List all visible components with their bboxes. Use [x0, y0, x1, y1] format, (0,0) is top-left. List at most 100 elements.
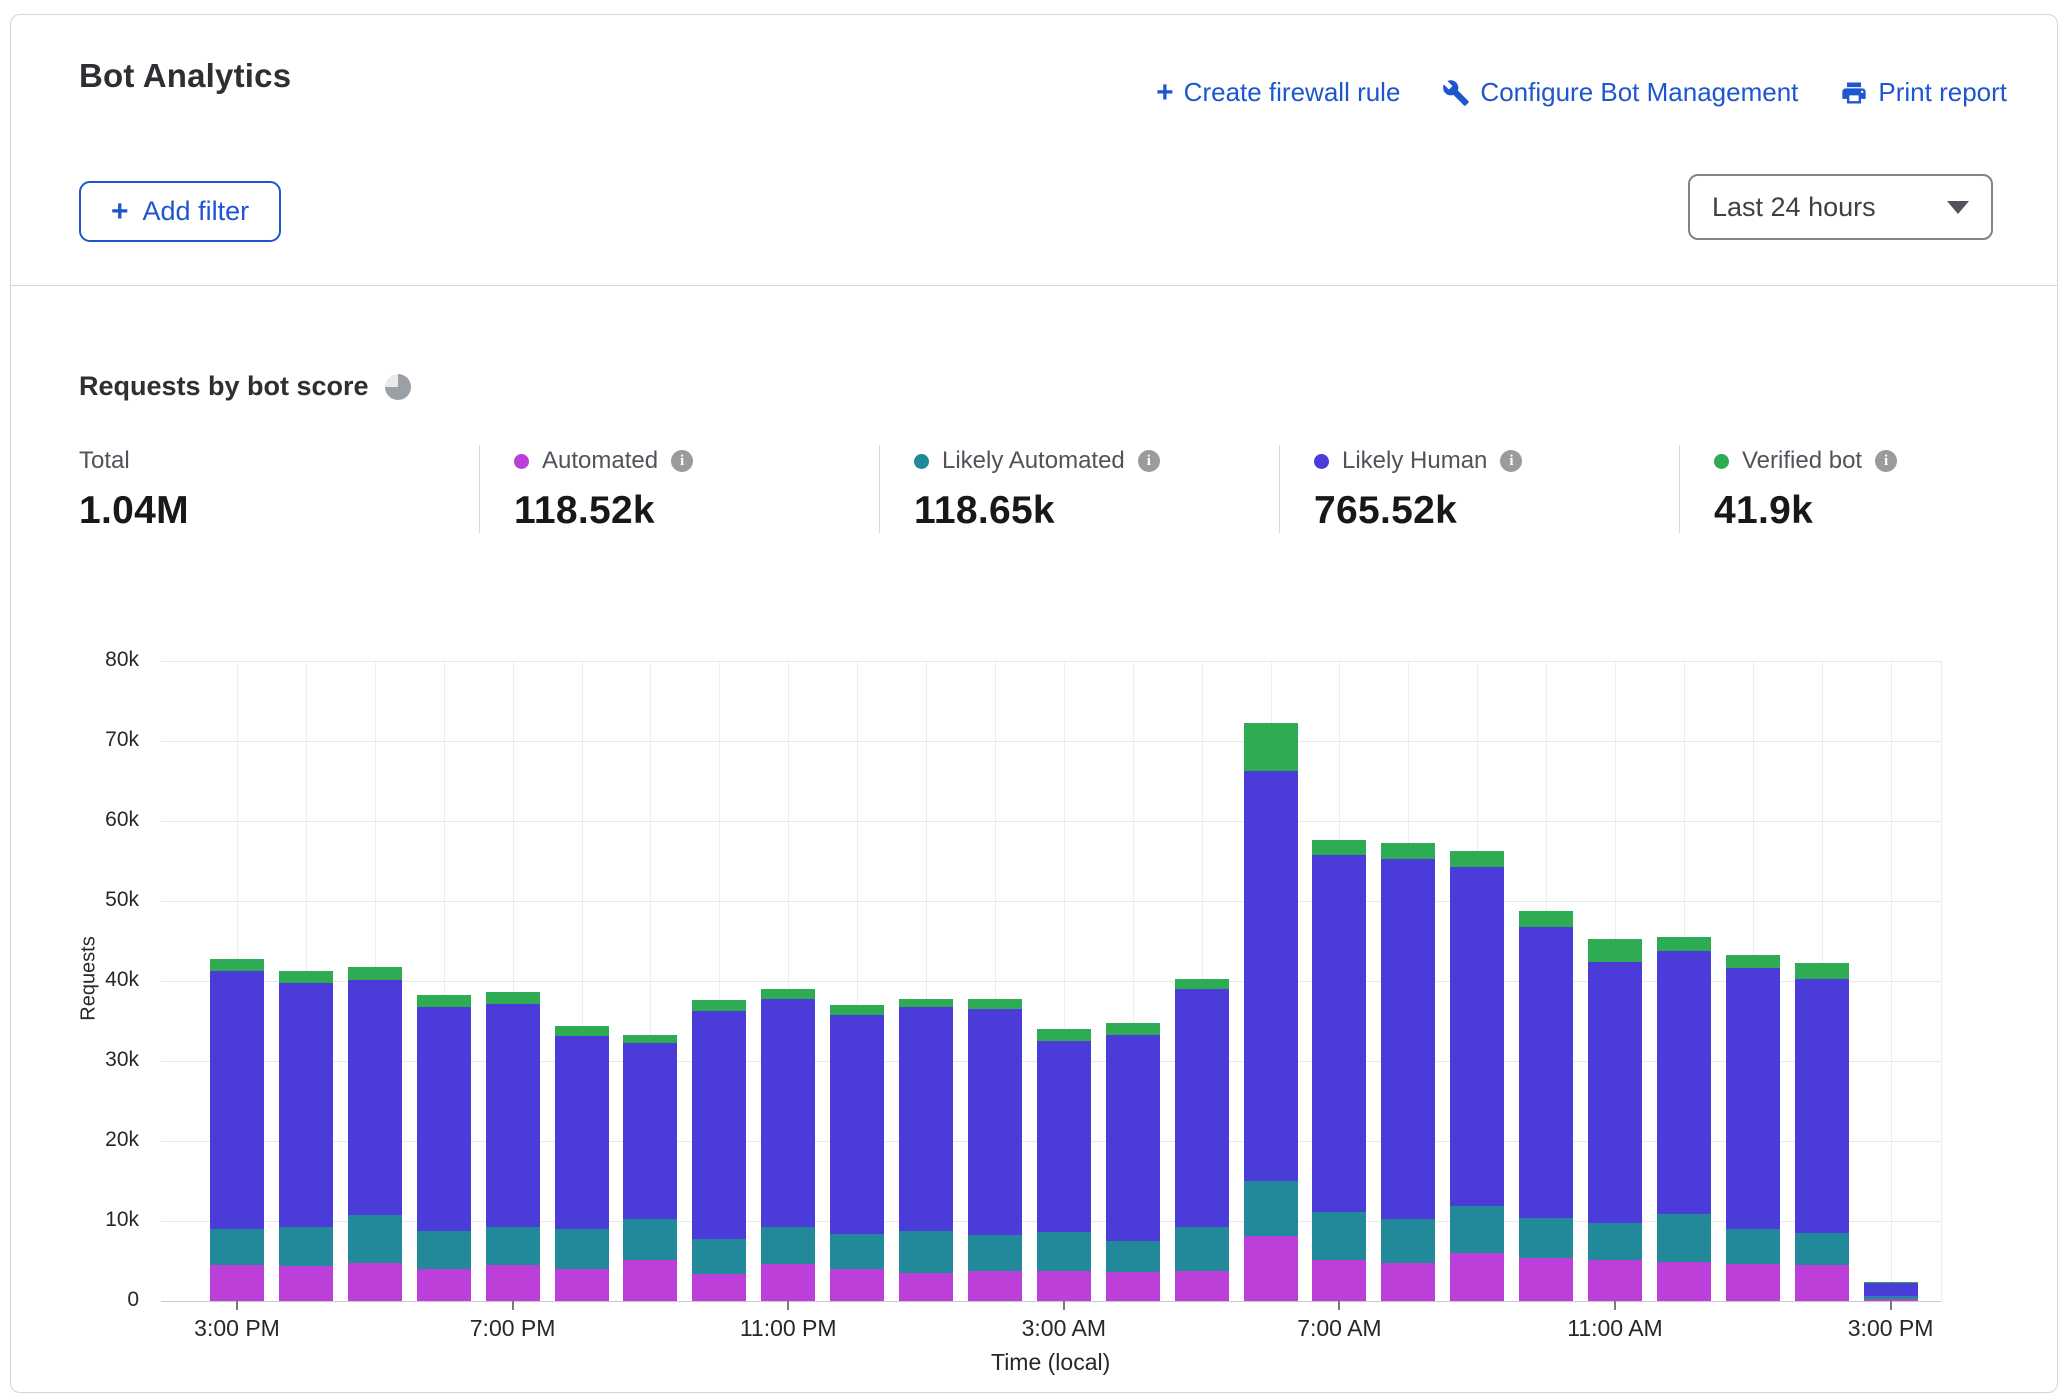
- bar-segment-verified-bot: [1175, 979, 1229, 989]
- x-axis-tick-label: 3:00 PM: [157, 1315, 317, 1342]
- bar-segment-likely-human: [623, 1043, 677, 1218]
- chart-bar[interactable]: [899, 15, 953, 1301]
- chart-bar[interactable]: [1381, 15, 1435, 1301]
- bar-segment-verified-bot: [417, 995, 471, 1007]
- chart-bar[interactable]: [1519, 15, 1573, 1301]
- chart-bar[interactable]: [1795, 15, 1849, 1301]
- chart-bar[interactable]: [1864, 15, 1918, 1301]
- bar-segment-likely-automated: [210, 1229, 264, 1265]
- bar-segment-verified-bot: [348, 967, 402, 981]
- bar-segment-likely-automated: [279, 1227, 333, 1266]
- bar-segment-likely-human: [1795, 979, 1849, 1233]
- bar-segment-automated: [623, 1260, 677, 1301]
- chart-bar[interactable]: [1175, 15, 1229, 1301]
- bar-segment-verified-bot: [968, 999, 1022, 1009]
- chart-bar[interactable]: [1244, 15, 1298, 1301]
- bar-segment-likely-automated: [1450, 1206, 1504, 1253]
- chart-bar[interactable]: [348, 15, 402, 1301]
- chart-bar[interactable]: [1657, 15, 1711, 1301]
- x-axis-tick-label: 11:00 PM: [708, 1315, 868, 1342]
- x-axis-tick-label: 7:00 AM: [1259, 1315, 1419, 1342]
- bar-segment-likely-human: [279, 983, 333, 1226]
- chart-bar[interactable]: [761, 15, 815, 1301]
- chart-bar[interactable]: [1726, 15, 1780, 1301]
- bar-segment-verified-bot: [555, 1026, 609, 1036]
- chart-bar[interactable]: [555, 15, 609, 1301]
- x-axis-tick: [1890, 1301, 1892, 1310]
- x-axis-tick-label: 11:00 AM: [1535, 1315, 1695, 1342]
- bar-segment-likely-automated: [1244, 1181, 1298, 1236]
- bar-segment-likely-human: [1726, 968, 1780, 1229]
- bar-segment-automated: [692, 1274, 746, 1301]
- chart-bar[interactable]: [830, 15, 884, 1301]
- chart-bar[interactable]: [968, 15, 1022, 1301]
- bar-segment-automated: [968, 1271, 1022, 1301]
- bar-segment-likely-automated: [968, 1235, 1022, 1271]
- bar-segment-verified-bot: [1519, 911, 1573, 928]
- bar-segment-automated: [899, 1273, 953, 1301]
- bar-segment-automated: [486, 1265, 540, 1301]
- bar-segment-likely-automated: [348, 1215, 402, 1263]
- chart-bar[interactable]: [210, 15, 264, 1301]
- x-axis-title: Time (local): [991, 1349, 1110, 1376]
- bar-segment-automated: [1795, 1265, 1849, 1301]
- y-axis-tick-label: 10k: [69, 1208, 139, 1232]
- bar-segment-verified-bot: [1795, 963, 1849, 978]
- y-axis-tick-label: 80k: [69, 648, 139, 672]
- chart-bar[interactable]: [417, 15, 471, 1301]
- x-axis-tick-label: 3:00 AM: [984, 1315, 1144, 1342]
- chart-bar[interactable]: [486, 15, 540, 1301]
- y-axis-tick-label: 50k: [69, 888, 139, 912]
- bar-segment-likely-automated: [761, 1227, 815, 1265]
- bar-segment-automated: [1106, 1272, 1160, 1301]
- bar-segment-likely-automated: [830, 1234, 884, 1269]
- bar-segment-likely-automated: [899, 1231, 953, 1273]
- bar-segment-likely-human: [1519, 927, 1573, 1217]
- chart-bar[interactable]: [279, 15, 333, 1301]
- bar-segment-automated: [830, 1269, 884, 1301]
- bar-segment-likely-human: [1864, 1283, 1918, 1297]
- bot-analytics-card: Bot Analytics + Create firewall rule Con…: [10, 14, 2058, 1393]
- bar-segment-likely-human: [1244, 771, 1298, 1181]
- bar-segment-likely-human: [1175, 989, 1229, 1227]
- bar-segment-verified-bot: [210, 959, 264, 971]
- y-axis-tick-label: 70k: [69, 728, 139, 752]
- bar-segment-likely-human: [1588, 962, 1642, 1223]
- chart-bar[interactable]: [692, 15, 746, 1301]
- y-axis-tick-label: 20k: [69, 1128, 139, 1152]
- bar-segment-likely-automated: [1106, 1241, 1160, 1272]
- chart-bar[interactable]: [1106, 15, 1160, 1301]
- bar-segment-verified-bot: [1588, 939, 1642, 961]
- bar-segment-likely-human: [417, 1007, 471, 1231]
- bar-segment-verified-bot: [761, 989, 815, 999]
- bar-segment-likely-human: [555, 1036, 609, 1229]
- bar-segment-likely-automated: [1312, 1212, 1366, 1260]
- y-axis-title: Requests: [78, 919, 101, 1039]
- chart-bar[interactable]: [1312, 15, 1366, 1301]
- bar-segment-automated: [1381, 1263, 1435, 1301]
- bar-segment-verified-bot: [1450, 851, 1504, 868]
- bar-segment-likely-human: [1381, 859, 1435, 1220]
- bar-segment-verified-bot: [830, 1005, 884, 1015]
- bar-segment-likely-human: [1037, 1041, 1091, 1232]
- bar-segment-likely-automated: [1795, 1233, 1849, 1265]
- bar-segment-verified-bot: [1244, 723, 1298, 770]
- chart-bar[interactable]: [1037, 15, 1091, 1301]
- bar-segment-automated: [279, 1266, 333, 1301]
- bar-segment-verified-bot: [279, 971, 333, 984]
- y-axis-tick-label: 60k: [69, 808, 139, 832]
- bar-segment-verified-bot: [623, 1035, 677, 1044]
- bar-segment-verified-bot: [486, 992, 540, 1004]
- chart-bar[interactable]: [1588, 15, 1642, 1301]
- bar-segment-automated: [555, 1269, 609, 1301]
- bar-segment-likely-automated: [1657, 1214, 1711, 1262]
- bar-segment-automated: [761, 1264, 815, 1301]
- bar-segment-likely-human: [348, 980, 402, 1214]
- bar-segment-automated: [1519, 1258, 1573, 1301]
- chart-bar[interactable]: [623, 15, 677, 1301]
- bar-segment-verified-bot: [1726, 955, 1780, 969]
- bar-segment-likely-automated: [486, 1227, 540, 1265]
- bar-segment-automated: [1726, 1264, 1780, 1301]
- chart-bar[interactable]: [1450, 15, 1504, 1301]
- bar-segment-automated: [1588, 1260, 1642, 1301]
